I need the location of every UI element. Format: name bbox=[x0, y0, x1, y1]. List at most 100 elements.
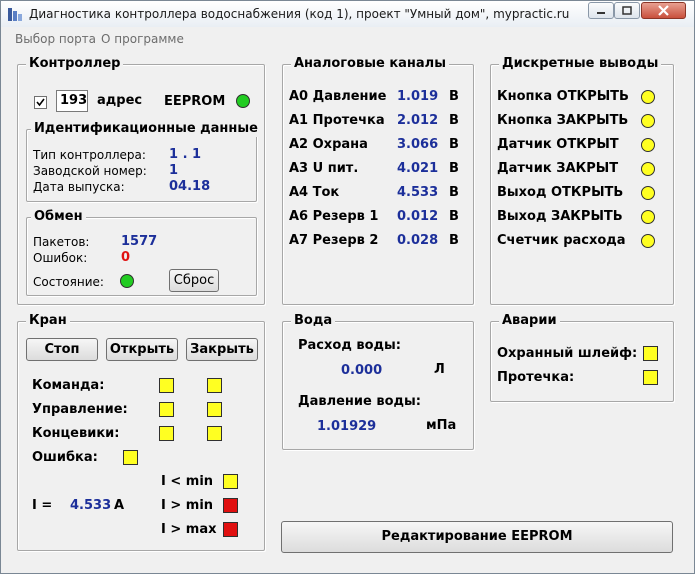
stop-button[interactable]: Стоп bbox=[26, 338, 98, 361]
pressure-value: 1.01929 bbox=[317, 419, 377, 434]
current-value: 4.533 bbox=[70, 498, 112, 513]
limit-switch-indicator-2 bbox=[207, 426, 222, 441]
ident-group: Идентификационные данные Тип контроллера… bbox=[26, 121, 261, 202]
app-icon bbox=[8, 8, 22, 21]
flow-unit: Л bbox=[434, 362, 445, 377]
exchange-group: Обмен Пакетов: 1577 Ошибок: 0 Состояние:… bbox=[26, 209, 257, 296]
window-title: Диагностика контроллера водоснабжения (к… bbox=[29, 7, 570, 21]
state-status-led bbox=[120, 274, 134, 288]
controller-type-label: Тип контроллера: bbox=[33, 148, 146, 162]
serial-number-value: 1 bbox=[169, 163, 179, 178]
analog-channel-value: 3.066 bbox=[397, 137, 439, 152]
analog-channel-value: 4.533 bbox=[397, 185, 439, 200]
serial-number-label: Заводской номер: bbox=[33, 164, 147, 178]
control-indicator-2 bbox=[207, 402, 222, 417]
analog-channel-name: A0 Давление bbox=[289, 89, 387, 104]
release-date-value: 04.18 bbox=[169, 179, 211, 194]
analog-channel-unit: В bbox=[449, 209, 459, 224]
discrete-label: Выход ОТКРЫТЬ bbox=[497, 185, 624, 200]
security-loop-label: Охранный шлейф: bbox=[497, 346, 638, 361]
app-window: Диагностика контроллера водоснабжения (к… bbox=[0, 0, 695, 574]
current-above-max-label: I > max bbox=[161, 522, 217, 537]
analog-channel-unit: В bbox=[449, 137, 459, 152]
security-loop-indicator bbox=[643, 346, 658, 361]
discrete-status-led bbox=[641, 90, 655, 104]
command-label: Команда: bbox=[32, 378, 105, 393]
discrete-group: Дискретные выводы Кнопка ОТКРЫТЬ Кнопка … bbox=[490, 56, 674, 305]
analog-channel-unit: В bbox=[449, 89, 459, 104]
check-icon bbox=[36, 98, 45, 107]
discrete-status-led bbox=[641, 114, 655, 128]
analog-channel-name: A6 Резерв 1 bbox=[289, 209, 379, 224]
water-group: Вода Расход воды: 0.000 Л Давление воды:… bbox=[282, 313, 474, 450]
current-below-min-indicator bbox=[223, 474, 238, 489]
analog-channel-value: 1.019 bbox=[397, 89, 439, 104]
errors-label: Ошибок: bbox=[33, 251, 88, 265]
analog-channel-unit: В bbox=[449, 113, 459, 128]
flow-label: Расход воды: bbox=[298, 338, 401, 353]
discrete-label: Кнопка ОТКРЫТЬ bbox=[497, 89, 629, 104]
analog-channel-name: A7 Резерв 2 bbox=[289, 233, 379, 248]
current-below-min-label: I < min bbox=[161, 474, 214, 489]
menu-about[interactable]: О программе bbox=[101, 32, 184, 46]
discrete-status-led bbox=[641, 234, 655, 248]
minimize-button[interactable] bbox=[588, 2, 614, 19]
current-label: I = bbox=[32, 498, 53, 513]
menu-port-select[interactable]: Выбор порта bbox=[15, 32, 96, 46]
minimize-icon bbox=[597, 12, 605, 14]
leak-indicator bbox=[643, 370, 658, 385]
menu-bar: Выбор порта О программе bbox=[9, 29, 691, 49]
close-valve-button[interactable]: Закрыть bbox=[186, 338, 258, 361]
discrete-label: Счетчик расхода bbox=[497, 233, 626, 248]
address-label: адрес bbox=[97, 93, 143, 108]
error-indicator bbox=[123, 450, 138, 465]
flow-value: 0.000 bbox=[341, 363, 383, 378]
current-above-min-label: I > min bbox=[161, 498, 214, 513]
analog-channel-unit: В bbox=[449, 161, 459, 176]
discrete-status-led bbox=[641, 138, 655, 152]
controller-legend: Контроллер bbox=[26, 56, 124, 72]
discrete-legend: Дискретные выводы bbox=[499, 56, 662, 72]
analog-channel-name: A3 U пит. bbox=[289, 161, 359, 176]
analog-channel-value: 4.021 bbox=[397, 161, 439, 176]
current-above-min-indicator bbox=[223, 498, 238, 513]
release-date-label: Дата выпуска: bbox=[33, 180, 125, 194]
water-legend: Вода bbox=[291, 313, 336, 329]
close-icon bbox=[658, 5, 669, 16]
command-indicator-2 bbox=[207, 378, 222, 393]
title-bar: Диагностика контроллера водоснабжения (к… bbox=[1, 1, 694, 27]
open-button[interactable]: Открыть bbox=[106, 338, 178, 361]
pressure-label: Давление воды: bbox=[298, 394, 421, 409]
valve-legend: Кран bbox=[26, 313, 70, 329]
analog-group: Аналоговые каналы A0 Давление 1.019 В A1… bbox=[282, 56, 474, 305]
address-checkbox[interactable] bbox=[34, 96, 47, 109]
edit-eeprom-button[interactable]: Редактирование EEPROM bbox=[281, 521, 673, 553]
exchange-legend: Обмен bbox=[31, 209, 86, 225]
reset-button[interactable]: Сброс bbox=[169, 269, 219, 292]
ident-legend: Идентификационные данные bbox=[31, 121, 261, 137]
address-input[interactable]: 193 bbox=[56, 90, 88, 112]
limit-switches-label: Концевики: bbox=[32, 426, 120, 441]
analog-channel-value: 0.028 bbox=[397, 233, 439, 248]
discrete-label: Датчик ЗАКРЫТ bbox=[497, 161, 619, 176]
analog-channel-value: 2.012 bbox=[397, 113, 439, 128]
packets-label: Пакетов: bbox=[33, 235, 90, 249]
discrete-label: Выход ЗАКРЫТЬ bbox=[497, 209, 623, 224]
valve-group: Кран Стоп Открыть Закрыть Команда: Управ… bbox=[17, 313, 265, 551]
analog-channel-name: A2 Охрана bbox=[289, 137, 368, 152]
state-label: Состояние: bbox=[33, 275, 104, 289]
error-label: Ошибка: bbox=[32, 450, 98, 465]
maximize-button[interactable] bbox=[614, 2, 640, 19]
analog-channel-unit: В bbox=[449, 185, 459, 200]
control-indicator-1 bbox=[159, 402, 174, 417]
close-button[interactable] bbox=[641, 2, 686, 19]
errors-value: 0 bbox=[121, 250, 131, 265]
controller-group: Контроллер 193 адрес EEPROM Идентификаци… bbox=[17, 56, 265, 305]
alarms-group: Аварии Охранный шлейф: Протечка: bbox=[490, 313, 674, 402]
packets-value: 1577 bbox=[121, 234, 158, 249]
analog-channel-name: A4 Ток bbox=[289, 185, 340, 200]
current-above-max-indicator bbox=[223, 522, 238, 537]
maximize-icon bbox=[622, 6, 632, 15]
analog-legend: Аналоговые каналы bbox=[291, 56, 449, 72]
discrete-status-led bbox=[641, 186, 655, 200]
